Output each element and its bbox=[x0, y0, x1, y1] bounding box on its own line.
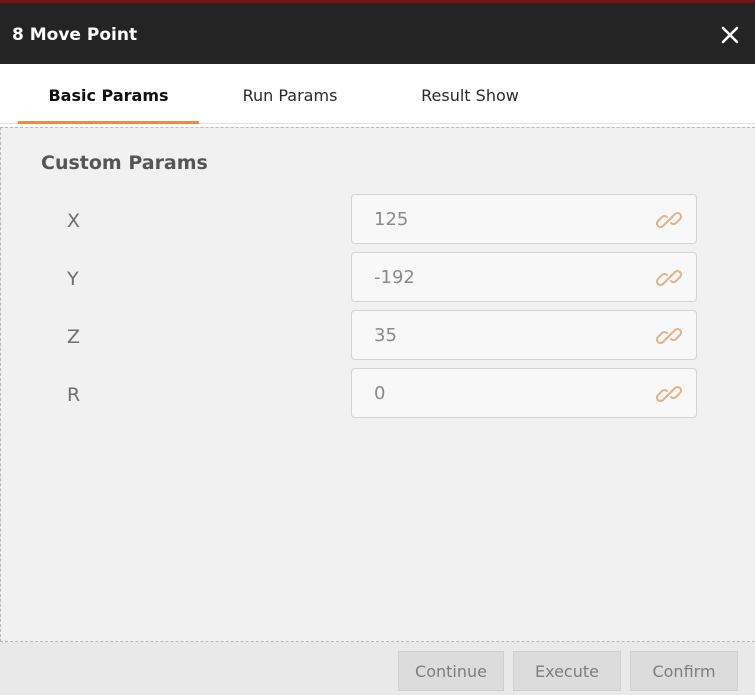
close-icon[interactable] bbox=[716, 21, 744, 49]
tab-basic-params[interactable]: Basic Params bbox=[18, 64, 199, 124]
param-field-y[interactable]: -192 bbox=[351, 252, 697, 302]
move-point-dialog: 8 Move Point Basic Params Run Params Res… bbox=[0, 0, 755, 695]
title-bar: 8 Move Point bbox=[0, 0, 755, 64]
dialog-footer: Continue Execute Confirm bbox=[0, 642, 755, 695]
param-label-x: X bbox=[67, 210, 81, 232]
link-icon[interactable] bbox=[655, 207, 683, 233]
params-panel: Custom Params X 125 Y -192 Z 35 R 0 bbox=[0, 127, 755, 642]
section-title: Custom Params bbox=[41, 152, 208, 174]
tab-bar: Basic Params Run Params Result Show bbox=[0, 64, 755, 124]
param-field-x[interactable]: 125 bbox=[351, 194, 697, 244]
link-icon[interactable] bbox=[655, 323, 683, 349]
tab-run-params[interactable]: Run Params bbox=[218, 64, 362, 124]
execute-button[interactable]: Execute bbox=[513, 651, 621, 691]
param-label-r: R bbox=[67, 384, 81, 406]
param-value-x: 125 bbox=[374, 209, 409, 230]
tab-result-show[interactable]: Result Show bbox=[395, 64, 545, 124]
param-value-z: 35 bbox=[374, 325, 397, 346]
link-icon[interactable] bbox=[655, 265, 683, 291]
continue-button[interactable]: Continue bbox=[398, 651, 504, 691]
param-value-y: -192 bbox=[374, 267, 415, 288]
dialog-title: 8 Move Point bbox=[12, 25, 138, 45]
confirm-button[interactable]: Confirm bbox=[630, 651, 738, 691]
param-field-z[interactable]: 35 bbox=[351, 310, 697, 360]
param-label-z: Z bbox=[67, 326, 81, 348]
link-icon[interactable] bbox=[655, 381, 683, 407]
param-label-y: Y bbox=[67, 268, 79, 290]
param-value-r: 0 bbox=[374, 383, 386, 404]
param-field-r[interactable]: 0 bbox=[351, 368, 697, 418]
